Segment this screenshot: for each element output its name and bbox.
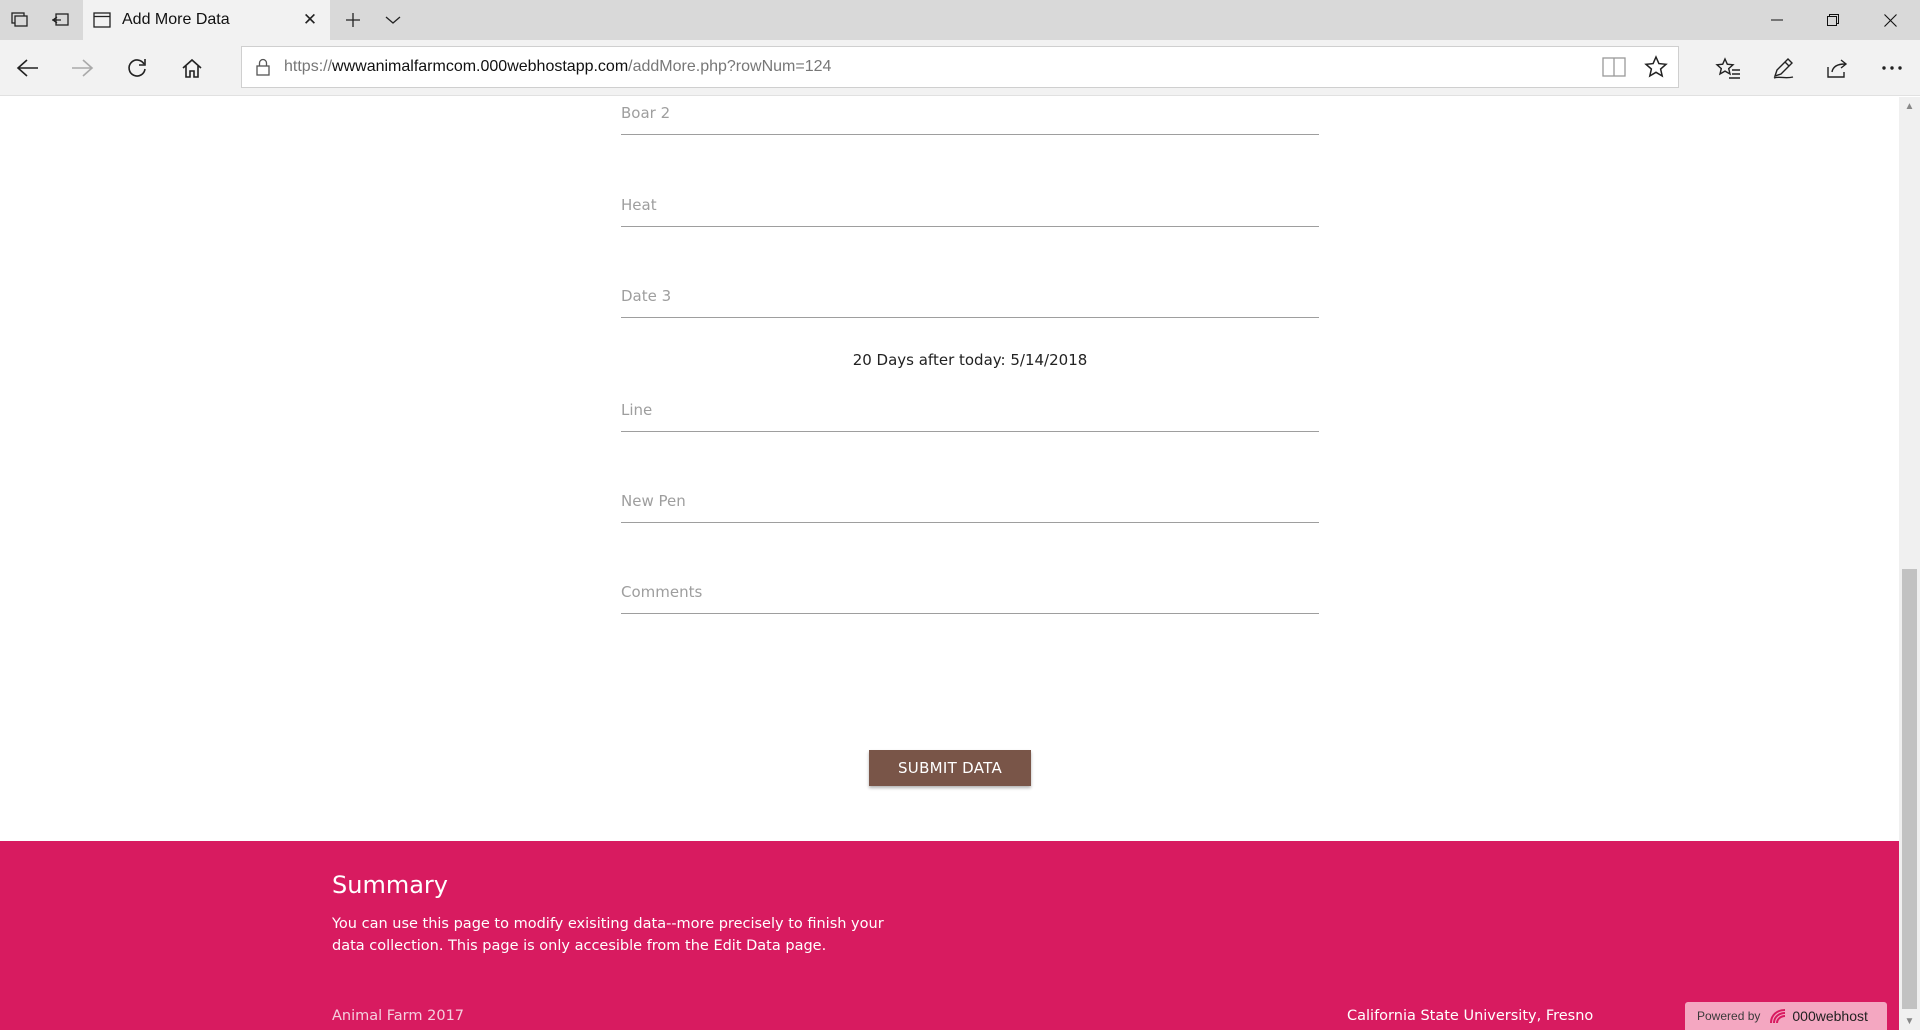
- page-icon: [93, 12, 111, 28]
- web-note-pen-icon[interactable]: [1763, 48, 1803, 88]
- lock-icon: [242, 58, 284, 76]
- powered-by-label: Powered by: [1697, 1009, 1761, 1023]
- refresh-icon[interactable]: [117, 48, 157, 88]
- back-arrow-icon[interactable]: [8, 48, 48, 88]
- footer-copyright: Animal Farm 2017: [332, 1008, 465, 1024]
- scroll-down-arrow-icon[interactable]: ▼: [1899, 1012, 1920, 1030]
- set-aside-tabs-icon[interactable]: [40, 0, 80, 40]
- field-label: New Pen: [621, 492, 686, 510]
- date-3-field[interactable]: Date 3: [621, 278, 1319, 318]
- reading-view-icon[interactable]: [1602, 56, 1626, 83]
- tab-manager-icon[interactable]: [0, 0, 40, 40]
- footer-heading: Summary: [332, 871, 448, 899]
- url-text: https://wwwanimalfarmcom.000webhostapp.c…: [284, 58, 832, 75]
- comments-field[interactable]: Comments: [621, 574, 1319, 614]
- field-label: Heat: [621, 196, 657, 214]
- page-footer: Summary You can use this page to modify …: [0, 841, 1899, 1030]
- close-window-icon[interactable]: [1862, 0, 1918, 40]
- browser-title-bar: Add More Data ✕: [0, 0, 1920, 40]
- submit-data-button[interactable]: SUBMIT DATA: [869, 750, 1031, 786]
- field-label: Comments: [621, 583, 703, 601]
- home-icon[interactable]: [172, 48, 212, 88]
- boar-2-field[interactable]: Boar 2: [621, 97, 1319, 135]
- line-field[interactable]: Line: [621, 392, 1319, 432]
- webhost-brand: 000webhost: [1768, 1007, 1868, 1025]
- address-bar[interactable]: https://wwwanimalfarmcom.000webhostapp.c…: [241, 46, 1679, 88]
- close-tab-icon[interactable]: ✕: [300, 10, 320, 30]
- field-label: Line: [621, 401, 653, 419]
- restore-icon[interactable]: [1805, 0, 1861, 40]
- field-label: Boar 2: [621, 104, 671, 122]
- new-tab-icon[interactable]: [333, 0, 373, 40]
- page-content: Boar 2 Heat Date 3 20 Days after today: …: [0, 97, 1899, 1030]
- field-label: Date 3: [621, 287, 672, 305]
- webhost-logo-icon: [1770, 1009, 1786, 1024]
- tab-preview-chevron-down-icon[interactable]: [373, 0, 413, 40]
- new-pen-field[interactable]: New Pen: [621, 483, 1319, 523]
- date-hint: 20 Days after today: 5/14/2018: [852, 351, 1088, 369]
- footer-summary-text: You can use this page to modify exisitin…: [332, 916, 884, 954]
- scroll-up-arrow-icon[interactable]: ▲: [1899, 97, 1920, 115]
- heat-field[interactable]: Heat: [621, 187, 1319, 227]
- tab-title: Add More Data: [122, 11, 230, 28]
- browser-nav-bar: https://wwwanimalfarmcom.000webhostapp.c…: [0, 40, 1920, 96]
- forward-arrow-icon[interactable]: [62, 48, 102, 88]
- vertical-scrollbar[interactable]: ▲ ▼: [1899, 97, 1920, 1030]
- powered-by-badge[interactable]: Powered by 000webhost: [1685, 1002, 1887, 1030]
- footer-institution: California State University, Fresno: [1347, 1008, 1594, 1024]
- webhost-brand-name: 000webhost: [1792, 1008, 1868, 1024]
- scrollbar-thumb[interactable]: [1902, 569, 1917, 1009]
- minimize-icon[interactable]: [1749, 0, 1805, 40]
- tab-add-more-data[interactable]: Add More Data ✕: [83, 0, 330, 40]
- favorite-star-icon[interactable]: [1644, 55, 1668, 84]
- more-options-icon[interactable]: [1872, 48, 1912, 88]
- favorites-hub-icon[interactable]: [1708, 48, 1748, 88]
- share-icon[interactable]: [1817, 48, 1857, 88]
